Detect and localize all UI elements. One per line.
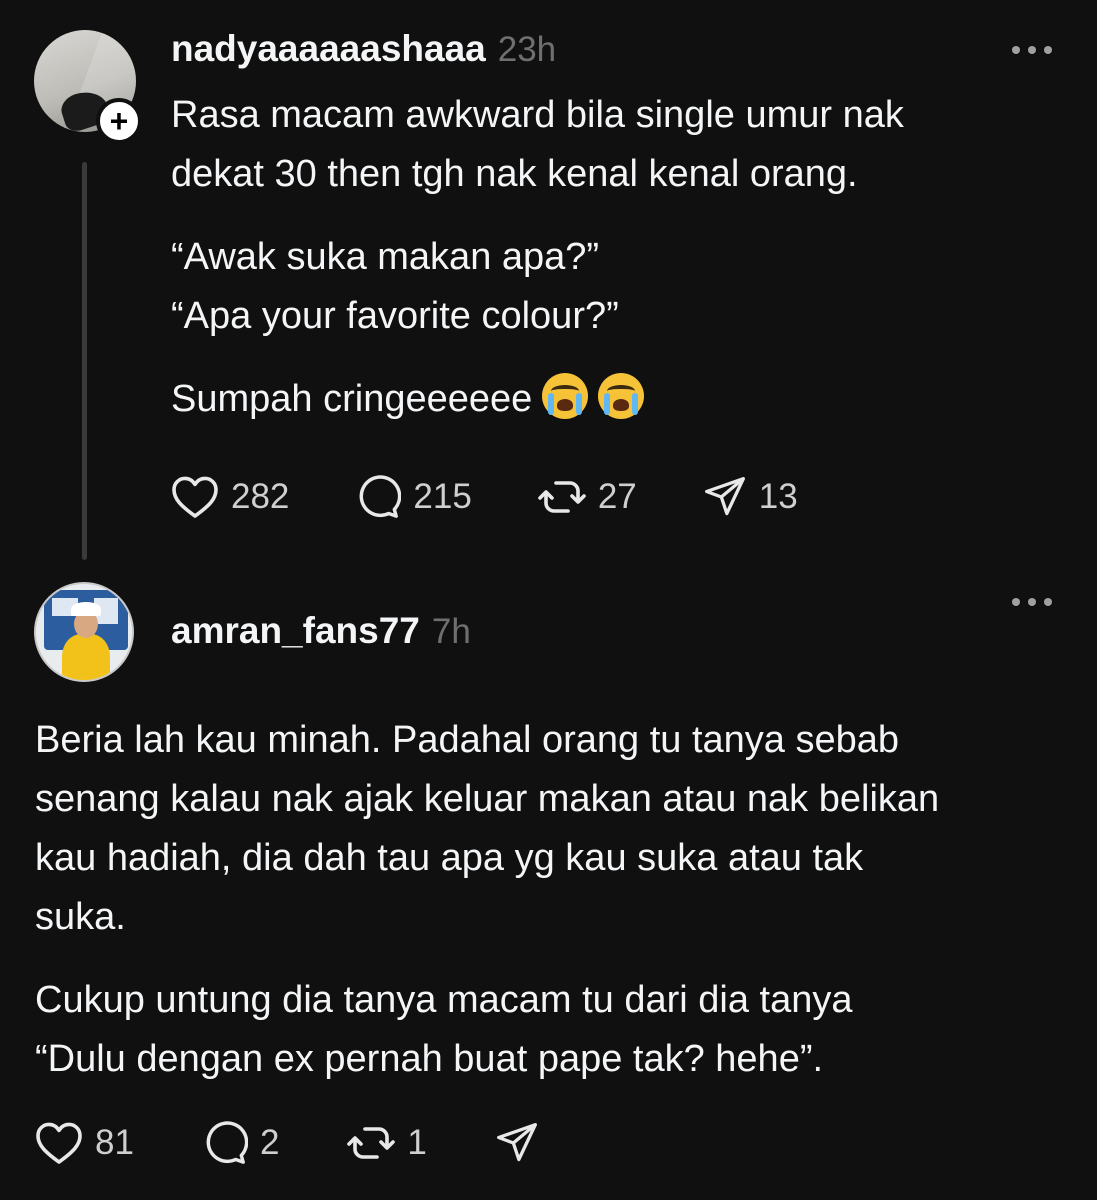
reply-text-line: “Dulu dengan ex pernah buat pape tak? he… [35,1038,824,1080]
share-icon [496,1123,537,1162]
like-count: 81 [95,1123,134,1162]
repost-button[interactable]: 1 [347,1121,427,1165]
reply-text-line: Cukup untung dia tanya macam tu dari dia… [35,979,853,1021]
post-text-line-5: Sumpah cringeeeeee [171,378,533,420]
post-text-line: dekat 30 then tgh nak kenal kenal orang. [171,153,858,195]
reply-text-line: kau hadiah, dia dah tau apa yg kau suka … [35,837,864,879]
reply-body: Beria lah kau minah. Padahal orang tu ta… [35,711,939,1089]
post-header: nadyaaaaaashaaa 23h [171,28,556,70]
post-original: + nadyaaaaaashaaa 23h Rasa macam awkward… [0,0,1097,565]
crying-face-emoji-icon [542,373,589,419]
repost-icon [347,1127,396,1159]
reply-text-line: Beria lah kau minah. Padahal orang tu ta… [35,719,900,761]
repost-icon [538,481,586,513]
like-count: 282 [231,477,290,516]
reply-text-line: senang kalau nak ajak keluar makan atau … [35,778,940,820]
username[interactable]: amran_fans77 [171,610,420,652]
comment-count: 215 [413,477,472,516]
reply-text-line: suka. [35,896,126,938]
avatar-helmet [71,602,101,616]
comment-count: 2 [259,1123,280,1162]
post-text-line: Sumpah cringeeeeee [171,370,904,429]
username[interactable]: nadyaaaaaashaaa [171,28,486,70]
comment-icon [206,1121,248,1164]
timestamp: 7h [431,612,471,651]
avatar[interactable] [34,582,134,682]
post-text-line: “Apa your favorite colour?” [171,295,619,337]
timestamp: 23h [497,30,557,69]
reply-header: amran_fans77 7h [171,610,471,652]
action-bar: 81 2 1 [35,1120,607,1166]
post-text-line: “Awak suka makan apa?” [171,236,600,278]
share-icon [704,477,745,516]
post-body: Rasa macam awkward bila single umur nak … [171,86,904,429]
repost-button[interactable]: 27 [538,475,637,519]
share-button[interactable] [495,1121,539,1165]
like-button[interactable]: 81 [35,1121,134,1165]
comment-icon [359,475,402,518]
more-icon[interactable] [1012,592,1052,612]
action-bar: 282 215 27 13 [171,474,864,520]
like-button[interactable]: 282 [171,475,289,519]
avatar-figure [62,634,110,680]
crying-face-emoji-icon [598,373,645,419]
comment-button[interactable]: 215 [355,474,472,520]
share-count: 13 [758,477,798,516]
post-text-line: Rasa macam awkward bila single umur nak [171,94,904,136]
share-button[interactable]: 13 [703,475,798,519]
follow-plus-icon[interactable]: + [96,98,142,144]
more-icon[interactable] [1012,40,1052,60]
comment-button[interactable]: 2 [202,1120,279,1166]
repost-count: 27 [597,477,637,516]
thread-line [82,162,87,560]
heart-icon [36,1122,82,1164]
heart-icon [172,476,218,518]
repost-count: 1 [407,1123,427,1162]
